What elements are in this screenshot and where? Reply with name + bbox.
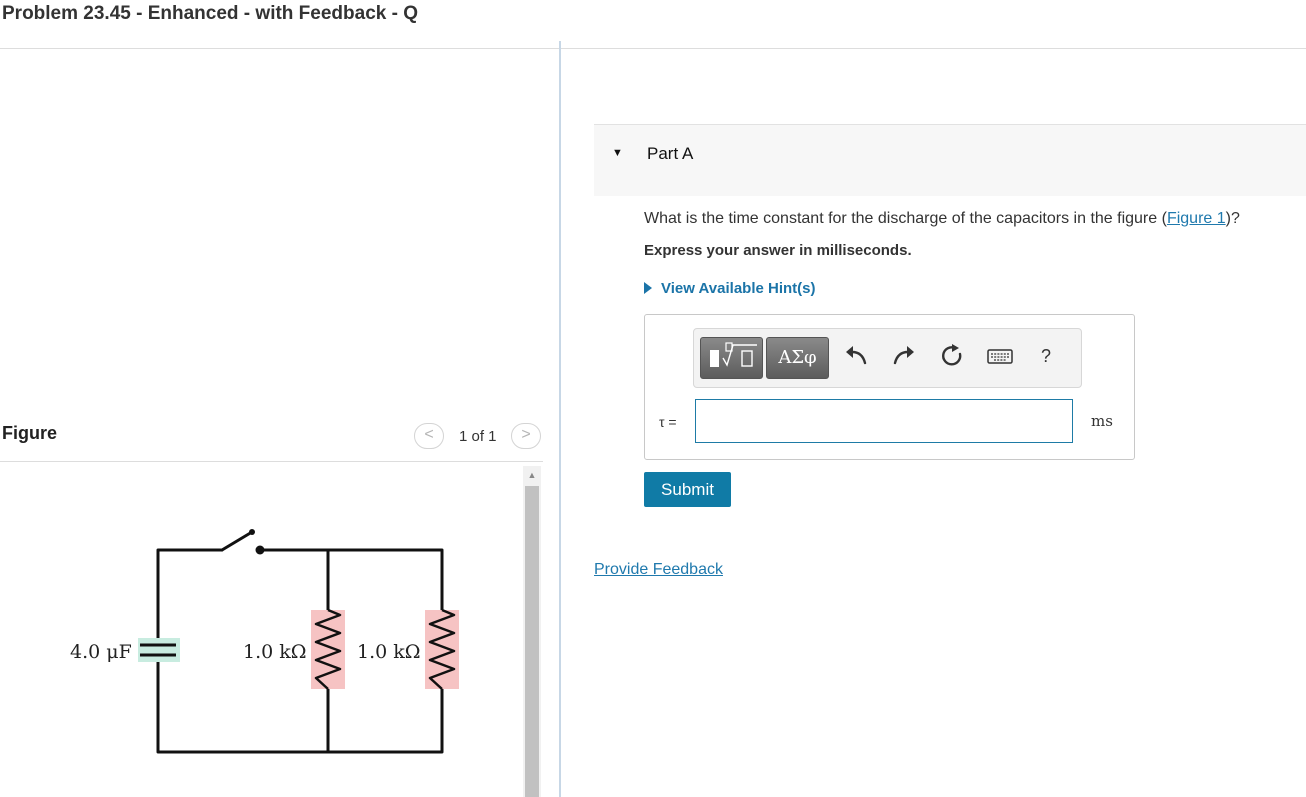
circuit-wire-top-right — [258, 548, 444, 612]
provide-feedback-link[interactable]: Provide Feedback — [594, 561, 723, 579]
hint-label: View Available Hint(s) — [661, 280, 816, 297]
help-icon[interactable]: ? — [1032, 341, 1060, 371]
keyboard-icon[interactable] — [986, 341, 1014, 371]
switch-pivot — [249, 529, 255, 535]
figure-label: Figure — [2, 423, 58, 443]
scroll-up-arrow-icon[interactable]: ▲ — [523, 466, 541, 484]
page-title: Problem 23.45 - Enhanced - with Feedback… — [2, 3, 418, 24]
pane-divider[interactable] — [559, 41, 561, 797]
circuit-diagram: 4.0 μF 1.0 kΩ 1.0 kΩ — [70, 529, 459, 754]
switch-contact — [255, 545, 265, 555]
submit-button[interactable]: Submit — [644, 472, 731, 507]
hint-triangle-icon — [644, 282, 652, 294]
previous-figure-button[interactable]: < — [414, 423, 444, 449]
question-prefix: What is the time constant for the discha… — [644, 210, 1167, 227]
redo-icon[interactable] — [890, 341, 918, 371]
figure-link[interactable]: Figure 1 — [1167, 210, 1226, 227]
resistor-2-label: 1.0 kΩ — [357, 641, 421, 663]
part-label: Part A — [647, 144, 694, 163]
view-hints-toggle[interactable]: View Available Hint(s) — [644, 280, 816, 297]
title-divider — [0, 48, 1306, 49]
reset-icon[interactable] — [938, 341, 966, 371]
question-suffix: )? — [1225, 210, 1240, 227]
question-text: What is the time constant for the discha… — [644, 210, 1240, 228]
answer-box: ΑΣφ ? τ = ms — [644, 314, 1135, 460]
part-a-header[interactable]: ▼ Part A — [594, 124, 1306, 196]
capacitor-highlight — [138, 638, 180, 662]
figure-scrollbar[interactable]: ▲ — [523, 466, 541, 797]
math-toolbar: ΑΣφ ? — [693, 328, 1082, 388]
next-figure-button[interactable]: > — [511, 423, 541, 449]
scrollbar-thumb[interactable] — [525, 486, 539, 797]
circuit-wire-top-left — [156, 548, 224, 640]
undo-icon[interactable] — [842, 341, 870, 371]
units-label: ms — [1091, 412, 1113, 430]
greek-symbols-button[interactable]: ΑΣφ — [766, 337, 829, 379]
answer-input[interactable] — [695, 399, 1073, 443]
figure-page-count: 1 of 1 — [459, 428, 497, 445]
templates-icon — [710, 342, 757, 367]
resistor-1-label: 1.0 kΩ — [243, 641, 307, 663]
templates-button[interactable] — [700, 337, 763, 379]
circuit-wire-left-bottom — [156, 660, 444, 754]
collapse-triangle-icon[interactable]: ▼ — [612, 147, 623, 159]
switch-blade — [220, 530, 254, 552]
capacitor-label: 4.0 μF — [70, 641, 132, 663]
variable-label: τ = — [659, 414, 677, 430]
answer-instruction: Express your answer in milliseconds. — [644, 242, 912, 259]
